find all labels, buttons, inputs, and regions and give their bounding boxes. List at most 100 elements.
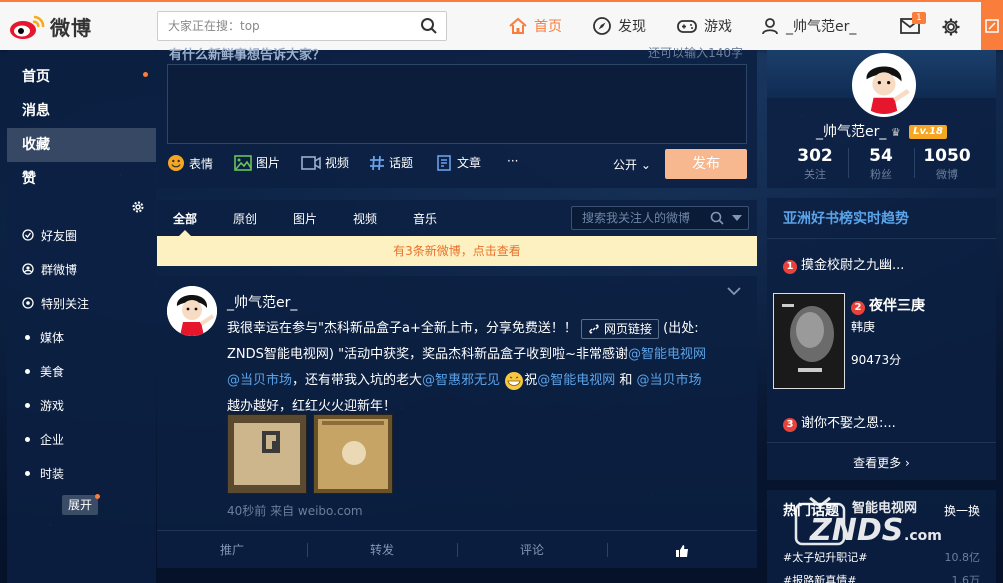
nav-home[interactable]: 首页 xyxy=(508,2,562,50)
publish-button[interactable]: 发布 xyxy=(665,149,747,179)
box-photo-image xyxy=(228,415,306,493)
sidebar-item-special-follow[interactable]: 特别关注 xyxy=(22,293,89,313)
topic-item[interactable]: #太子妃升职记# 10.8亿 xyxy=(783,549,980,565)
tool-emoji[interactable]: 表情 xyxy=(167,154,213,172)
profile-name[interactable]: _帅气范er_ xyxy=(816,124,886,140)
view-more-link[interactable]: 查看更多 › xyxy=(767,454,996,471)
tool-video[interactable]: 视频 xyxy=(301,154,349,171)
sidebar-item-favorites[interactable]: 收藏 xyxy=(7,128,156,162)
post-image-1[interactable] xyxy=(227,414,307,494)
tool-label: ··· xyxy=(507,154,519,168)
nav-games[interactable]: 游戏 xyxy=(676,2,732,50)
sidebar-settings-icon[interactable] xyxy=(131,200,145,214)
top-navbar: 微博 首页 发现 游戏 xyxy=(0,0,1003,50)
post-author-name[interactable]: _帅气范er_ xyxy=(227,292,297,312)
tool-label: 话题 xyxy=(389,156,414,170)
stat-weibo[interactable]: 1050 微博 xyxy=(914,146,980,182)
sidebar-item-group-weibo[interactable]: 群微博 xyxy=(22,259,77,279)
repost-button[interactable]: 转发 xyxy=(307,531,457,569)
sidebar-item-home[interactable]: 首页 xyxy=(7,60,156,94)
home-icon xyxy=(509,17,527,34)
profile-avatar[interactable] xyxy=(852,53,916,117)
sidebar-group-food[interactable]: 美食 xyxy=(22,361,64,381)
trend-title[interactable]: 亚洲好书榜实时趋势 xyxy=(783,208,909,228)
post-text: 我很幸运在参与"杰科新品盒子a+全新上市，分享免费送！！ 网页链接 (出处: Z… xyxy=(227,316,743,420)
search-icon[interactable] xyxy=(710,211,724,225)
tool-topic[interactable]: 话题 xyxy=(369,154,413,171)
tab-images[interactable]: 图片 xyxy=(293,210,317,227)
sidebar-group-label: 游戏 xyxy=(40,398,65,413)
grin-emoji-icon xyxy=(505,371,524,390)
book-trend-panel: 亚洲好书榜实时趋势 1 摸金校尉之九幽... 2 夜伴三庚 韩庚 90473分 3谢… xyxy=(767,198,996,480)
search-input[interactable] xyxy=(158,12,408,40)
visibility-select[interactable]: 公开 ⌄ xyxy=(613,156,651,173)
circle-check-icon xyxy=(22,229,34,241)
comment-button[interactable]: 评论 xyxy=(457,531,607,569)
mention-link[interactable]: @当贝市场 xyxy=(637,373,702,388)
visibility-label: 公开 xyxy=(613,158,638,172)
sidebar-item-friends-circle[interactable]: 好友圈 xyxy=(22,225,77,245)
mention-link[interactable]: @智惠邪无见 xyxy=(422,373,500,388)
web-link-chip[interactable]: 网页链接 xyxy=(580,318,659,339)
sidebar-group-games[interactable]: 游戏 xyxy=(22,395,64,415)
bullet-icon xyxy=(25,368,30,374)
search-icon[interactable] xyxy=(420,17,438,35)
sidebar-sub-label: 特别关注 xyxy=(41,296,90,311)
topic-count: 10.8亿 xyxy=(944,551,981,564)
stat-followers[interactable]: 54 粉丝 xyxy=(848,146,914,182)
tab-all[interactable]: 全部 xyxy=(173,210,197,227)
mention-link[interactable]: @当贝市场 xyxy=(227,373,292,388)
stat-following[interactable]: 302 关注 xyxy=(782,146,848,182)
promote-button[interactable]: 推广 xyxy=(157,531,307,569)
topic-count: 1.6万 xyxy=(951,574,981,583)
sidebar-group-fashion[interactable]: 时装 xyxy=(22,463,64,483)
nav-profile[interactable]: _帅气范er_ xyxy=(760,2,856,50)
author-avatar[interactable] xyxy=(167,286,217,336)
weibo-eye-icon xyxy=(10,15,45,39)
book-score: 90473分 xyxy=(851,353,902,367)
left-sidebar: 首页 消息 收藏 赞 好友圈 群微博 特别关注 媒体 美食 游戏 企业 时装 展… xyxy=(7,50,156,583)
mention-link[interactable]: @智能电视网 xyxy=(628,347,706,362)
stat-number: 54 xyxy=(869,146,893,166)
trend-item-1[interactable]: 1 摸金校尉之九幽... xyxy=(783,254,904,274)
book-author: 韩庚 xyxy=(851,320,876,334)
expand-button[interactable]: 展开 xyxy=(62,495,98,515)
sidebar-item-messages[interactable]: 消息 xyxy=(7,94,156,128)
global-search xyxy=(157,11,447,41)
stat-number: 1050 xyxy=(923,146,971,166)
tool-label: 视频 xyxy=(325,156,350,170)
book-cover[interactable] xyxy=(773,293,845,389)
settings-gear-icon[interactable] xyxy=(941,17,961,37)
weibo-logo[interactable]: 微博 xyxy=(8,12,92,41)
topic-item[interactable]: #报路新真情# 1.6万 xyxy=(783,572,980,583)
hashtag-icon xyxy=(370,155,384,170)
svg-text:ZNDS: ZNDS xyxy=(809,513,903,548)
chevron-down-icon[interactable] xyxy=(732,215,742,221)
sidebar-item-likes[interactable]: 赞 xyxy=(7,162,156,196)
post-text-segment: (出处: xyxy=(663,321,699,336)
level-badge[interactable]: Lv.18 xyxy=(909,125,947,139)
tool-image[interactable]: 图片 xyxy=(234,154,280,171)
composer-textarea[interactable] xyxy=(167,64,747,144)
nav-discover[interactable]: 发现 xyxy=(592,2,646,50)
follow-search-input[interactable] xyxy=(572,207,702,229)
znds-watermark-logo: 智能电视网 ZNDS .com xyxy=(794,496,942,548)
tool-label: 图片 xyxy=(256,156,281,170)
new-posts-notice[interactable]: 有3条新微博，点击查看 xyxy=(157,236,757,266)
post-menu-chevron-icon[interactable] xyxy=(727,286,741,296)
tab-videos[interactable]: 视频 xyxy=(353,210,377,227)
tool-article[interactable]: 文章 xyxy=(437,154,481,171)
post-image-2[interactable] xyxy=(313,414,393,494)
trend-item-3[interactable]: 3 谢你不娶之恩:... xyxy=(783,412,896,432)
compose-shortcut[interactable] xyxy=(981,2,1003,50)
tab-music[interactable]: 音乐 xyxy=(413,210,437,227)
post-text-segment: 越办越好，红红火火迎新年！ xyxy=(227,399,397,414)
like-button[interactable] xyxy=(607,531,757,569)
tab-original[interactable]: 原创 xyxy=(233,210,257,227)
trend-item-2[interactable]: 2 夜伴三庚 xyxy=(851,295,925,315)
tool-label: 文章 xyxy=(457,156,482,170)
sidebar-group-media[interactable]: 媒体 xyxy=(22,327,64,347)
mention-link[interactable]: @智能电视网 xyxy=(537,373,615,388)
tool-more[interactable]: ··· xyxy=(507,154,518,168)
sidebar-group-enterprise[interactable]: 企业 xyxy=(22,429,64,449)
